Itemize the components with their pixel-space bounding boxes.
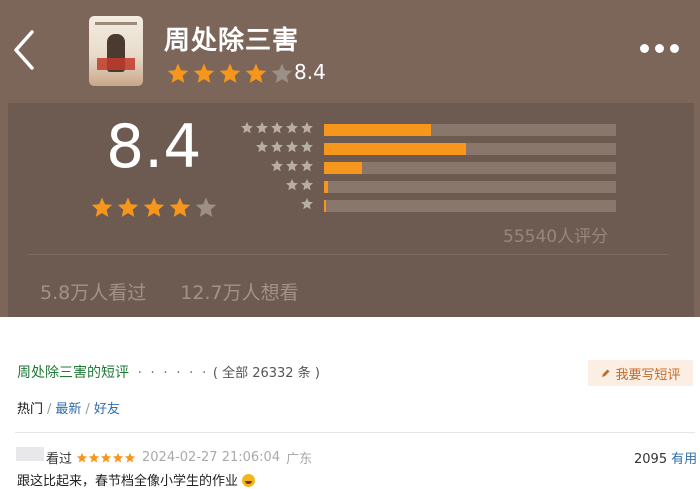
rating-bar-track [324, 162, 616, 174]
star-grey-icon [301, 121, 313, 134]
star-grey-icon [256, 121, 268, 134]
rating-bar-track [324, 200, 616, 212]
star-grey-icon [286, 159, 298, 172]
tab-friends[interactable]: 好友 [94, 402, 120, 417]
reviews-header: 周处除三害的短评 · · · · · · ( 全部 26332 条 ) [17, 362, 320, 382]
star-filled-icon [88, 452, 100, 462]
star-grey-icon [301, 178, 313, 191]
poster-text-line [95, 22, 137, 25]
divider [28, 254, 668, 255]
average-star-rating [90, 196, 218, 220]
review-votes: 2095 有用 [634, 448, 697, 467]
average-score: 8.4 [106, 112, 202, 182]
rating-count: 55540人评分 [503, 227, 609, 247]
back-button[interactable] [6, 26, 46, 74]
tab-separator: / [47, 402, 52, 417]
star-filled-icon [112, 452, 124, 462]
review-meta: 看过 2024-02-27 21:06:04 广东 [46, 448, 312, 467]
star-empty-icon [195, 197, 217, 217]
star-filled-icon [143, 197, 165, 217]
rating-bar-track [324, 124, 616, 136]
star-grey-icon [271, 140, 283, 153]
write-review-button[interactable]: 我要写短评 [588, 360, 693, 386]
write-review-label: 我要写短评 [615, 367, 681, 383]
star-grey-icon [271, 159, 283, 172]
star-grey-icon [271, 121, 283, 134]
star-filled-icon [100, 452, 112, 462]
star-filled-icon [169, 197, 191, 217]
review-time[interactable]: 2024-02-27 21:06:04 [142, 450, 280, 465]
rating-bar-fill [324, 143, 466, 155]
star-grey-icon [286, 178, 298, 191]
rating-row-1-star [240, 197, 620, 212]
movie-title: 周处除三害 [164, 26, 300, 56]
rating-row-4-star [240, 140, 620, 155]
more-dots-icon[interactable] [640, 44, 679, 53]
title-dots: · · · · · · [137, 365, 209, 381]
rating-row-2-star [240, 178, 620, 193]
star-grey-icon [301, 197, 313, 210]
chevron-left-icon [14, 30, 34, 70]
star-filled-icon [219, 63, 241, 83]
star-empty-icon [271, 63, 293, 83]
star-grey-icon [286, 140, 298, 153]
star-filled-icon [76, 452, 88, 462]
rating-bar-track [324, 181, 616, 193]
poster-title-stamp [97, 58, 135, 70]
star-grey-icon [286, 121, 298, 134]
review-tabs: 热门 / 最新 / 好友 [17, 398, 120, 417]
rating-row-stars [285, 178, 314, 192]
rating-row-stars [240, 121, 314, 135]
reviews-title[interactable]: 周处除三害的短评 [17, 365, 129, 381]
rating-bar-track [324, 143, 616, 155]
tab-separator: / [85, 402, 90, 417]
star-grey-icon [256, 140, 268, 153]
rating-row-3-star [240, 159, 620, 174]
reviews-all-count[interactable]: ( 全部 26332 条 ) [213, 366, 320, 381]
rating-row-5-star [240, 121, 620, 136]
useful-button[interactable]: 有用 [671, 452, 697, 467]
star-filled-icon [245, 63, 267, 83]
rating-bar-fill [324, 200, 327, 212]
movie-poster[interactable] [89, 16, 143, 86]
star-grey-icon [301, 140, 313, 153]
divider [15, 432, 695, 433]
reviewer-name-redacted[interactable] [16, 447, 44, 461]
tab-latest[interactable]: 最新 [55, 402, 81, 417]
star-filled-icon [167, 63, 189, 83]
header-score: 8.4 [294, 60, 326, 84]
star-grey-icon [301, 159, 313, 172]
star-filled-icon [124, 452, 136, 462]
grin-emoji-icon [242, 474, 256, 487]
rating-bar-fill [324, 124, 431, 136]
watched-label: 看过 [46, 452, 73, 467]
review-location: 广东 [286, 452, 313, 467]
watched-count[interactable]: 5.8万人看过 [40, 282, 146, 304]
rating-row-stars [270, 159, 314, 173]
audience-stats: 5.8万人看过 12.7万人想看 [40, 278, 327, 305]
pencil-icon [602, 369, 610, 377]
review-star-rating [76, 452, 136, 464]
wish-count[interactable]: 12.7万人想看 [180, 282, 298, 304]
star-filled-icon [117, 197, 139, 217]
rating-bar-fill [324, 181, 328, 193]
star-grey-icon [241, 121, 253, 134]
star-filled-icon [193, 63, 215, 83]
rating-row-stars [255, 140, 314, 154]
star-filled-icon [91, 197, 113, 217]
tab-hot[interactable]: 热门 [17, 402, 43, 417]
rating-row-stars [300, 197, 314, 211]
header-star-rating [166, 62, 294, 86]
review-text-row: 跟这比起来，春节档全像小学生的作业 [17, 470, 256, 489]
vote-count: 2095 [634, 452, 668, 467]
rating-bar-fill [324, 162, 362, 174]
